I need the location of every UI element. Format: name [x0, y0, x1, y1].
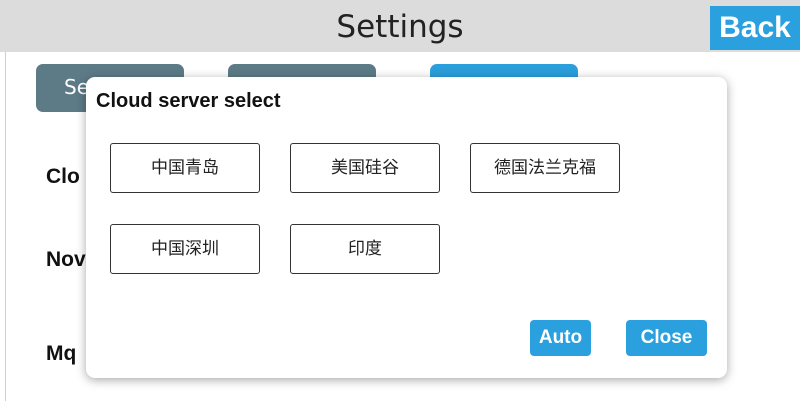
left-divider — [5, 52, 6, 401]
server-option-india[interactable]: 印度 — [290, 224, 440, 274]
nov-setting-label: Nov — [46, 248, 86, 271]
auto-button[interactable]: Auto — [530, 320, 591, 356]
cloud-setting-label: Clo — [46, 165, 80, 188]
cloud-server-dialog: Cloud server select 中国青岛 美国硅谷 德国法兰克福 中国深… — [86, 77, 727, 378]
server-option-qingdao[interactable]: 中国青岛 — [110, 143, 260, 193]
close-button[interactable]: Close — [626, 320, 707, 356]
server-option-silicon-valley[interactable]: 美国硅谷 — [290, 143, 440, 193]
page-title: Settings — [336, 9, 464, 45]
mq-setting-label: Mq — [46, 342, 77, 365]
back-button[interactable]: Back — [710, 6, 800, 50]
dialog-title: Cloud server select — [96, 90, 281, 112]
server-option-shenzhen[interactable]: 中国深圳 — [110, 224, 260, 274]
server-option-frankfurt[interactable]: 德国法兰克福 — [470, 143, 620, 193]
